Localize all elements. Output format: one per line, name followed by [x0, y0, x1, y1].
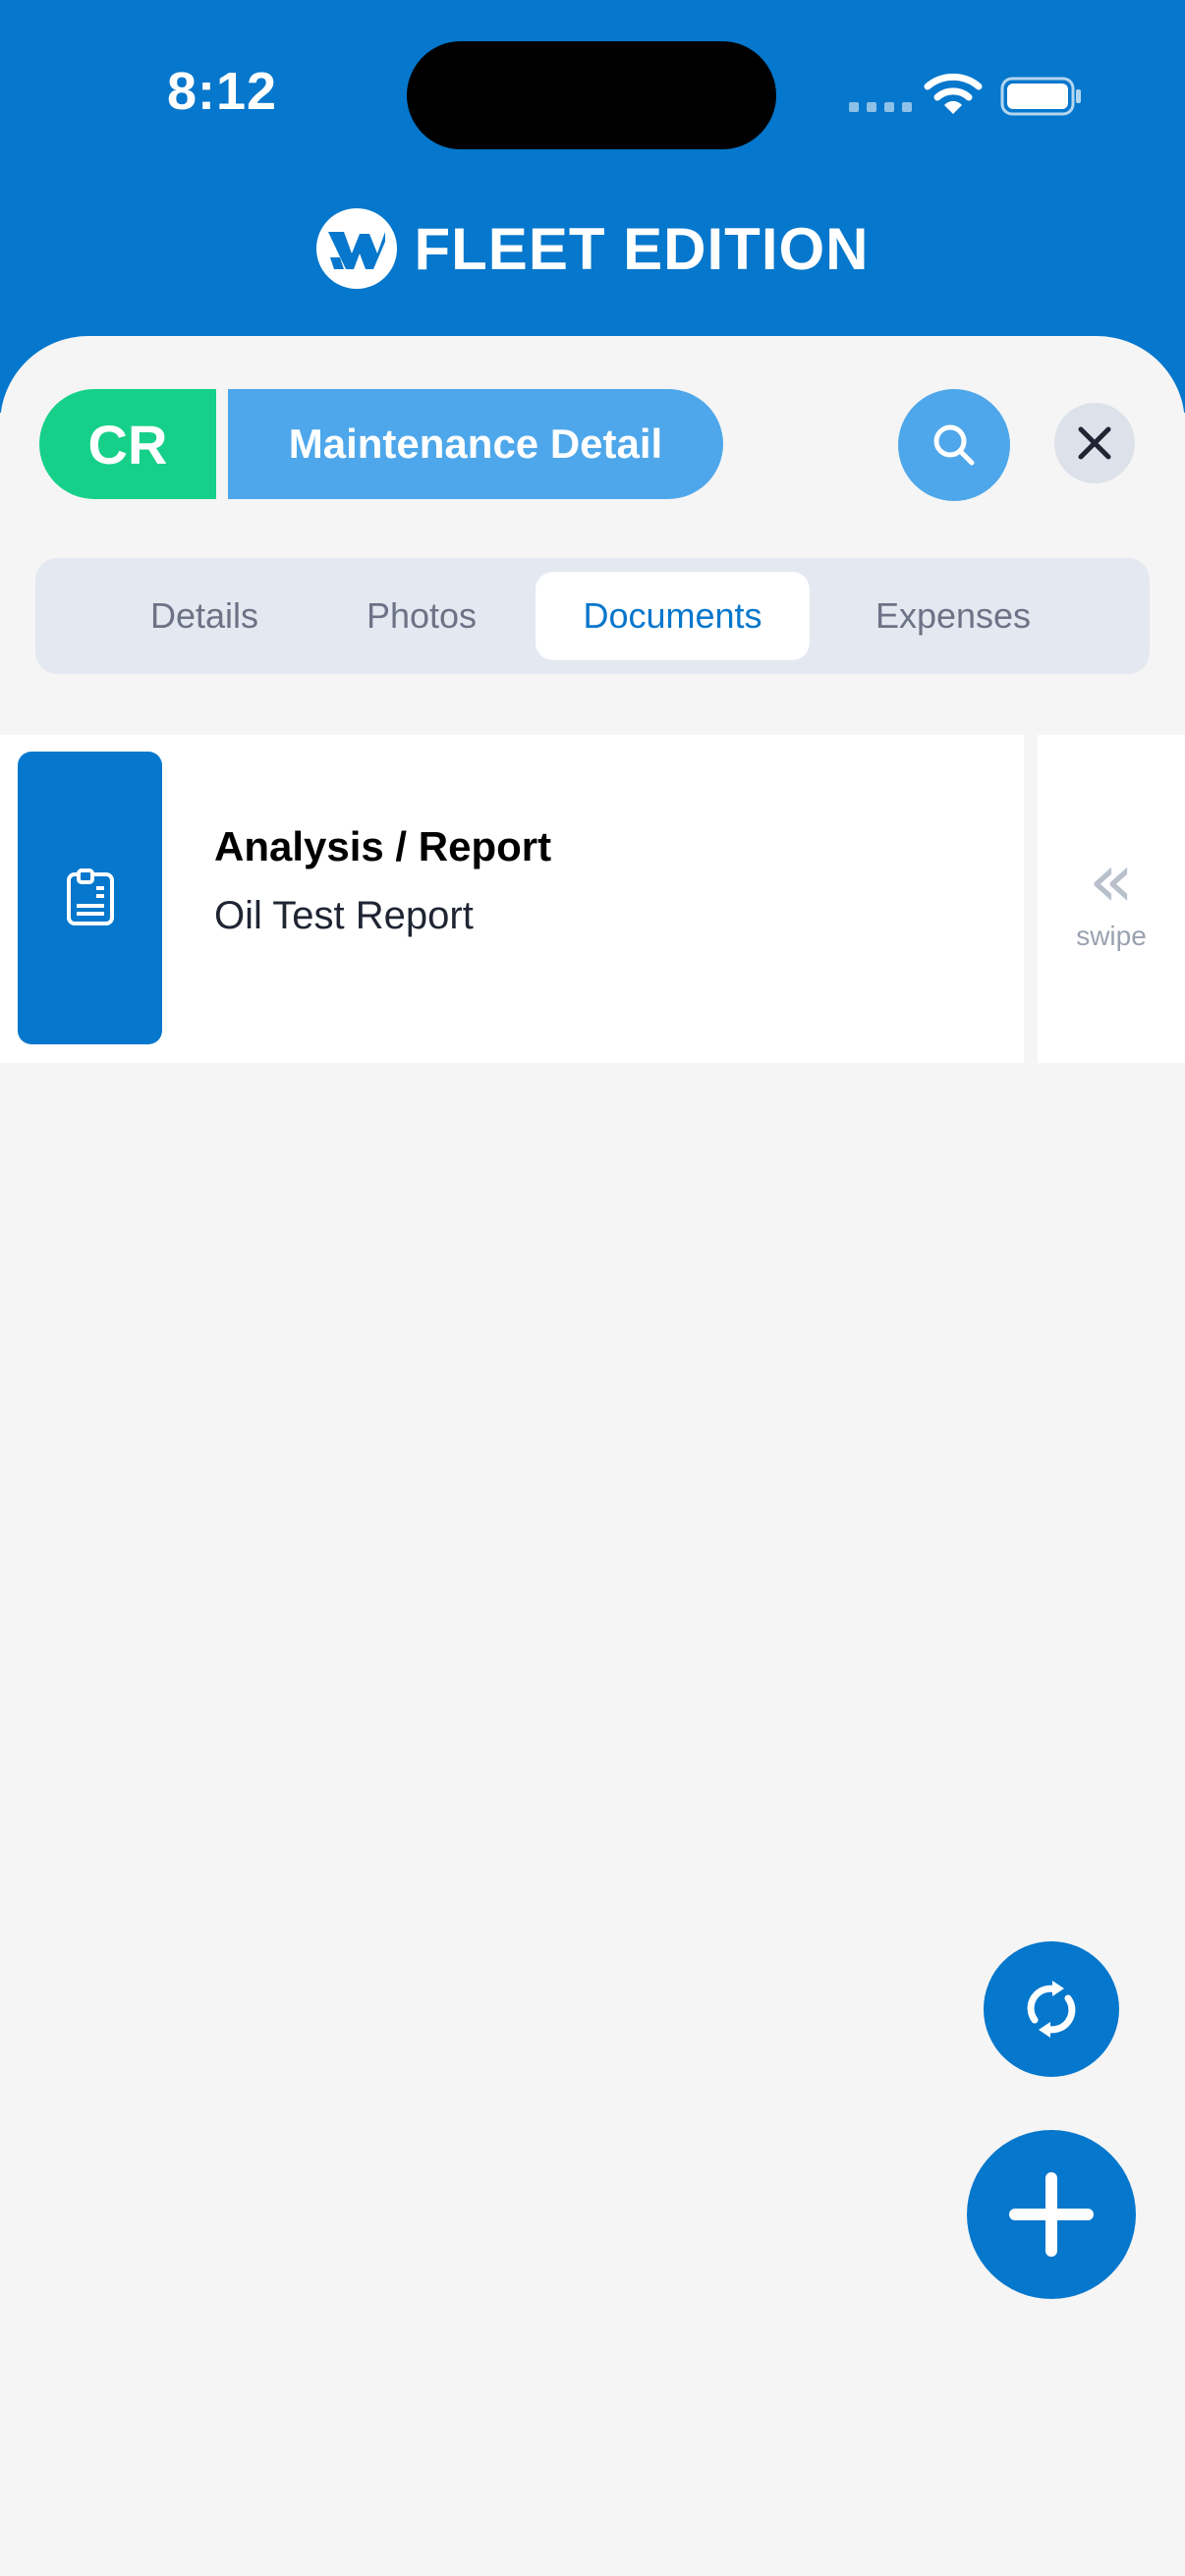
- wifi-icon: [924, 73, 983, 114]
- tab-documents[interactable]: Documents: [536, 572, 810, 660]
- swipe-arrows-icon: «: [1088, 836, 1135, 924]
- brand-logo-icon: [315, 208, 397, 289]
- status-time: 8:12: [167, 62, 278, 121]
- refresh-icon: [1027, 1981, 1076, 2038]
- tab-expenses[interactable]: Expenses: [855, 572, 1051, 660]
- tab-details[interactable]: Details: [126, 572, 283, 660]
- swipe-hint[interactable]: « swipe: [1038, 735, 1185, 1063]
- search-icon: [933, 424, 975, 466]
- document-name: Oil Test Report: [214, 894, 474, 937]
- page-title: Maintenance Detail: [228, 389, 723, 499]
- brand-name: FLEET EDITION: [414, 215, 870, 282]
- close-icon: [1078, 426, 1111, 460]
- tab-bar: Details Photos Documents Expenses: [35, 558, 1150, 674]
- battery-icon: [1000, 77, 1081, 116]
- dynamic-island: [407, 41, 776, 149]
- document-type-badge: [18, 752, 162, 1044]
- document-list-item[interactable]: Analysis / Report Oil Test Report: [0, 735, 1024, 1063]
- record-badge: CR: [39, 389, 216, 499]
- clipboard-document-icon: [66, 868, 114, 925]
- cellular-signal-icon: [849, 102, 912, 112]
- close-button[interactable]: [1054, 403, 1135, 483]
- screen: 8:12 FLEET EDITION CR Maintenance Detail…: [0, 0, 1185, 2576]
- brand: FLEET EDITION: [0, 208, 1185, 289]
- add-document-button[interactable]: [967, 2130, 1136, 2299]
- swipe-label: swipe: [1076, 921, 1147, 951]
- document-category: Analysis / Report: [214, 823, 552, 869]
- search-button[interactable]: [898, 389, 1010, 501]
- tab-photos[interactable]: Photos: [348, 572, 495, 660]
- plus-icon: [1009, 2172, 1094, 2257]
- refresh-button[interactable]: [984, 1941, 1119, 2077]
